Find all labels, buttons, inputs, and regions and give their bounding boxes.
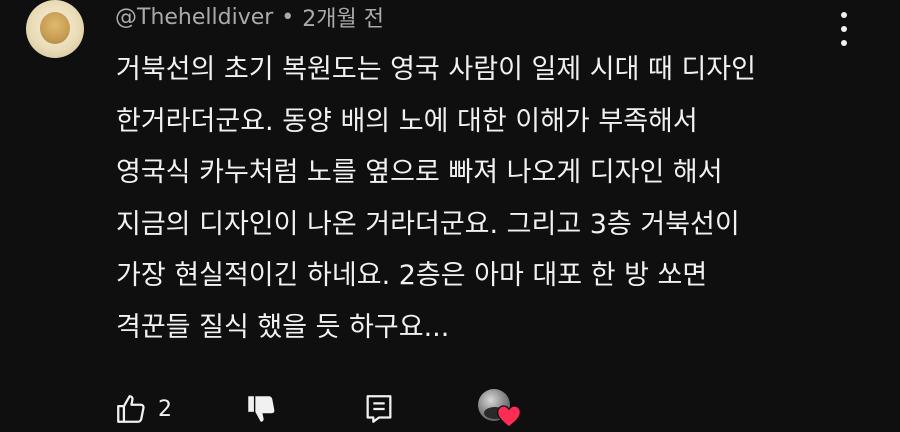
thumb-up-icon (117, 395, 145, 423)
heart-icon (496, 405, 522, 428)
comment-timestamp[interactable]: 2개월 전 (302, 1, 384, 33)
comment-text: 거북선의 초기 복원도는 영국 사람이 일제 시대 때 디자인 한거라더군요. … (116, 44, 856, 353)
header-separator: • (281, 4, 295, 30)
reply-icon (366, 395, 392, 423)
more-vertical-icon-dot (841, 26, 847, 32)
creator-heart-badge[interactable] (474, 386, 526, 432)
dislike-button[interactable] (244, 386, 278, 432)
comment-header: @Thehelldiver • 2개월 전 (115, 1, 384, 33)
like-button[interactable]: 2 (114, 386, 172, 432)
comment-actions: 2 (114, 386, 534, 432)
more-vertical-icon (841, 12, 847, 18)
comment-line: 격꾼들 질식 했을 듯 하구요... (116, 311, 450, 343)
more-options-button[interactable] (832, 12, 856, 46)
comment-item: @Thehelldiver • 2개월 전 거북선의 초기 복원도는 영국 사람… (0, 0, 900, 432)
comment-line: 영국식 카누처럼 노를 옆으로 빠져 나오게 디자인 해서 (116, 157, 723, 188)
avatar-image (40, 12, 70, 44)
comment-line: 거북선의 초기 복원도는 영국 사람이 일제 시대 때 디자인 (116, 54, 756, 85)
reply-button[interactable] (362, 386, 396, 432)
like-count: 2 (158, 396, 172, 422)
thumb-down-icon (248, 396, 275, 422)
comment-line: 가장 현실적이긴 하네요. 2층은 아마 대포 한 방 쏘면 (116, 260, 708, 291)
comment-line: 지금의 디자인이 나온 거라더군요. 그리고 3층 거북선이 (116, 208, 740, 240)
author-avatar[interactable] (26, 0, 84, 58)
comment-line: 한거라더군요. 동양 배의 노에 대한 이해가 부족해서 (116, 105, 698, 137)
author-name[interactable]: @Thehelldiver (115, 5, 273, 30)
